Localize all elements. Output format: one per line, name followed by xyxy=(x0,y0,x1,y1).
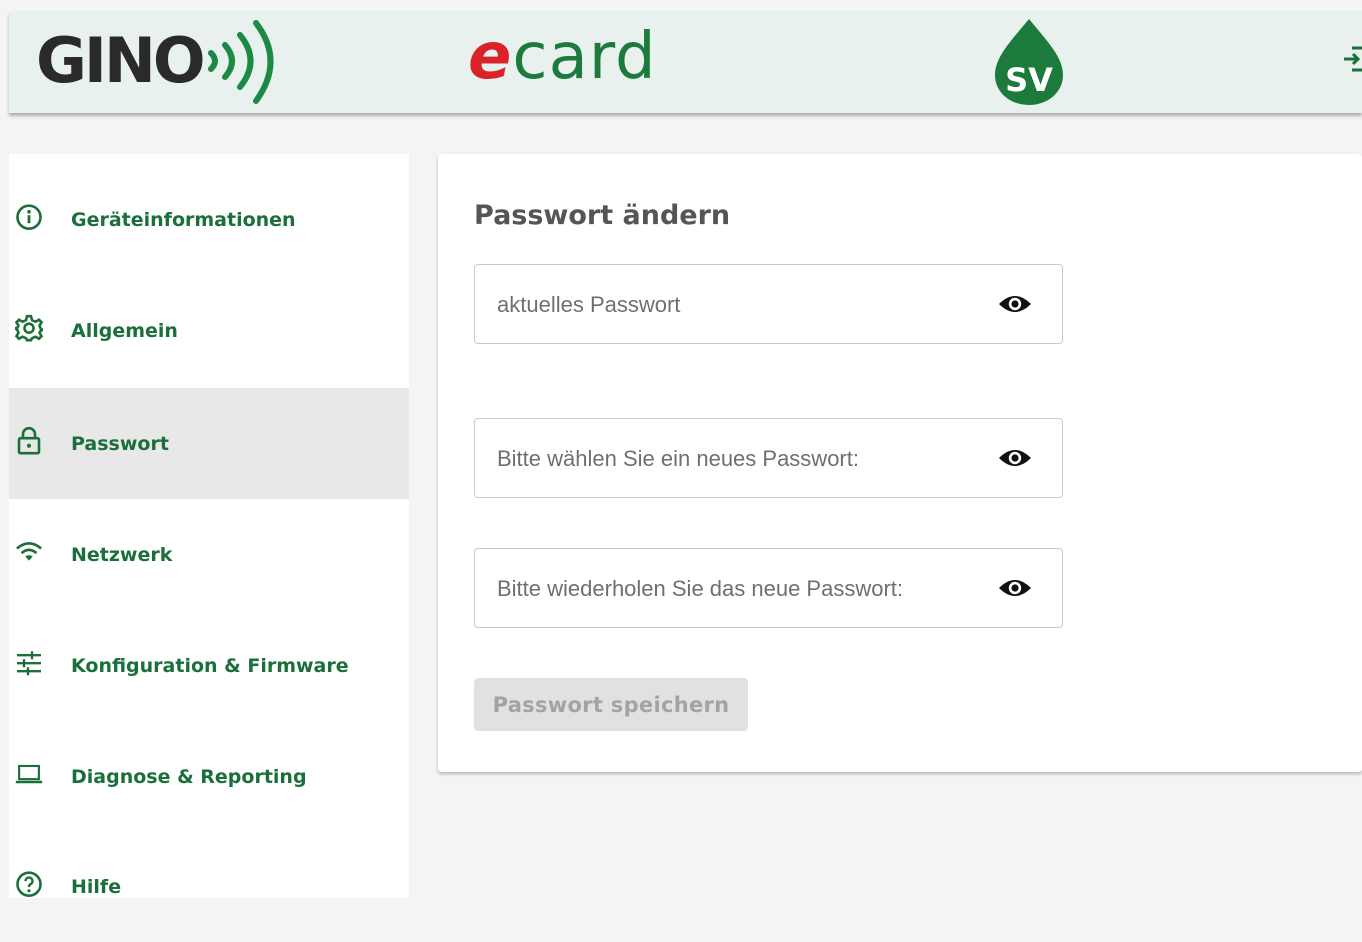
gino-logo-text: GINO xyxy=(36,24,206,97)
sidebar-item-konfiguration-firmware[interactable]: Konfiguration & Firmware xyxy=(9,610,409,721)
new-password-field xyxy=(474,418,1063,499)
password-change-card: Passwort ändern Passwort speichern xyxy=(438,154,1362,772)
current-password-field xyxy=(474,264,1063,345)
show-password-eye-icon[interactable] xyxy=(997,291,1033,317)
logout-icon[interactable] xyxy=(1342,45,1362,73)
repeat-password-field xyxy=(474,548,1063,629)
sidebar-item-label: Geräteinformationen xyxy=(71,208,296,231)
info-icon xyxy=(15,203,43,231)
new-password-input[interactable] xyxy=(495,419,979,499)
sidebar-item-netzwerk[interactable]: Netzwerk xyxy=(9,499,409,610)
gear-icon xyxy=(15,314,43,342)
sidebar-item-diagnose-reporting[interactable]: Diagnose & Reporting xyxy=(9,721,409,832)
sidebar-item-label: Hilfe xyxy=(71,875,122,898)
sidebar-item-label: Netzwerk xyxy=(71,543,173,566)
sv-logo-text: SV xyxy=(1005,61,1053,99)
repeat-password-input[interactable] xyxy=(495,549,979,629)
save-password-button[interactable]: Passwort speichern xyxy=(474,678,748,731)
sidebar-item-label: Passwort xyxy=(71,432,169,455)
lock-icon xyxy=(15,426,43,455)
ecard-logo: ecard xyxy=(468,25,657,89)
sidebar: Geräteinformationen Allgemein Passwort N… xyxy=(9,154,409,898)
sidebar-item-label: Allgemein xyxy=(71,319,178,342)
laptop-icon xyxy=(15,760,43,788)
signal-waves-icon xyxy=(207,20,274,104)
show-password-eye-icon[interactable] xyxy=(997,575,1033,601)
help-icon xyxy=(15,870,43,898)
gino-logo: GINO xyxy=(36,15,285,107)
sidebar-item-label: Diagnose & Reporting xyxy=(71,765,307,788)
wifi-icon xyxy=(15,538,43,566)
show-password-eye-icon[interactable] xyxy=(997,445,1033,471)
app-header: GINO ecard SV xyxy=(9,11,1362,113)
current-password-input[interactable] xyxy=(495,265,979,345)
sidebar-item-label: Konfiguration & Firmware xyxy=(71,654,349,677)
sidebar-item-passwort[interactable]: Passwort xyxy=(9,388,409,499)
page-title: Passwort ändern xyxy=(474,200,731,231)
ecard-logo-card: card xyxy=(512,20,657,94)
sv-logo: SV xyxy=(995,19,1063,105)
ecard-logo-e: e xyxy=(468,20,513,94)
sidebar-item-hilfe[interactable]: Hilfe xyxy=(9,831,409,942)
sidebar-item-allgemein[interactable]: Allgemein xyxy=(9,275,409,386)
tune-icon xyxy=(15,649,43,677)
sidebar-item-geraeteinformationen[interactable]: Geräteinformationen xyxy=(9,164,409,275)
